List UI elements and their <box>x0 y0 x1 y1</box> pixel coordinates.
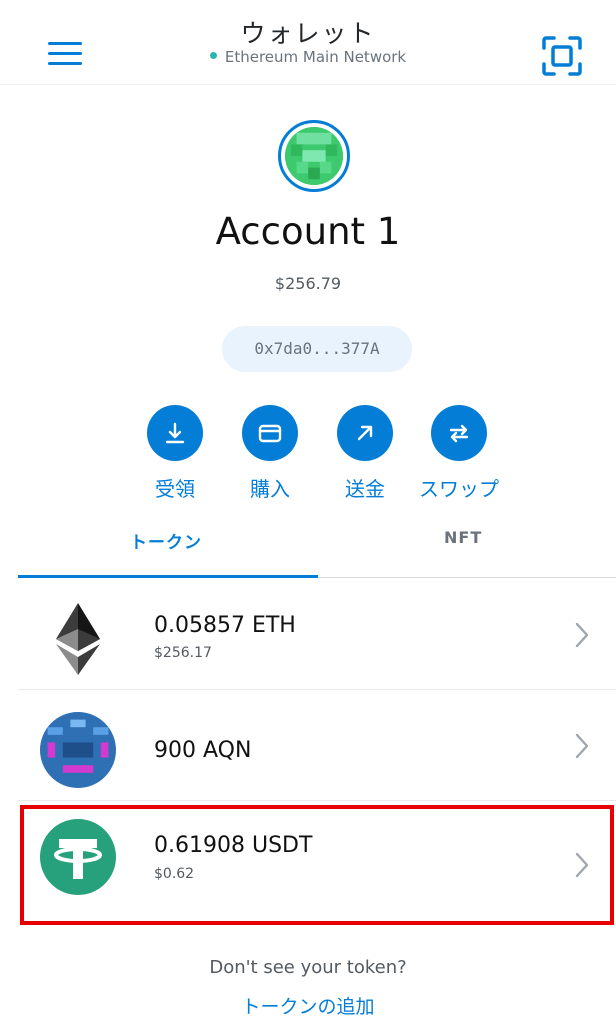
send-button[interactable]: 送金 <box>320 405 410 502</box>
account-address-pill[interactable]: 0x7da0...377A <box>222 326 412 372</box>
receive-label: 受領 <box>155 477 195 501</box>
token-fiat-value: $256.17 <box>154 645 212 661</box>
account-avatar[interactable] <box>278 120 350 192</box>
ethereum-icon <box>56 603 100 675</box>
send-icon <box>337 405 393 461</box>
tab-nft[interactable]: NFT <box>444 528 482 547</box>
swap-icon <box>431 405 487 461</box>
send-label: 送金 <box>345 477 385 501</box>
token-amount: 900 AQN <box>154 738 252 763</box>
chevron-right-icon <box>575 622 589 648</box>
page-title: ウォレット <box>240 19 376 48</box>
aqn-icon <box>40 712 116 788</box>
dont-see-token-text: Don't see your token? <box>209 957 407 978</box>
buy-icon <box>242 405 298 461</box>
network-name: Ethereum Main Network <box>224 48 407 66</box>
app-header: ウォレット Ethereum Main Network <box>0 0 616 85</box>
chevron-right-icon <box>575 733 589 759</box>
qr-scan-icon[interactable] <box>540 34 584 78</box>
swap-button[interactable]: スワップ <box>414 405 504 502</box>
swap-label: スワップ <box>419 477 499 501</box>
buy-button[interactable]: 購入 <box>225 405 315 502</box>
chevron-right-icon <box>575 852 589 878</box>
receive-button[interactable]: 受領 <box>130 405 220 502</box>
token-row-aqn[interactable]: 900 AQN <box>18 690 616 801</box>
account-name[interactable]: Account 1 <box>0 210 616 253</box>
buy-label: 購入 <box>250 477 290 501</box>
token-row-eth[interactable]: 0.05857 ETH $256.17 <box>18 579 616 690</box>
account-balance: $256.79 <box>274 274 342 293</box>
token-amount: 0.61908 USDT <box>154 833 313 858</box>
token-amount: 0.05857 ETH <box>154 613 296 638</box>
token-fiat-value: $0.62 <box>154 866 195 882</box>
add-token-link[interactable]: トークンの追加 <box>0 992 616 1019</box>
receive-icon <box>147 405 203 461</box>
token-row-usdt[interactable]: 0.61908 USDT $0.62 <box>18 805 616 915</box>
tab-tokens[interactable]: トークン <box>130 528 202 553</box>
tab-active-indicator <box>18 575 318 578</box>
tether-icon <box>40 819 116 895</box>
network-selector[interactable]: Ethereum Main Network <box>0 48 616 66</box>
network-status-dot <box>209 52 217 59</box>
